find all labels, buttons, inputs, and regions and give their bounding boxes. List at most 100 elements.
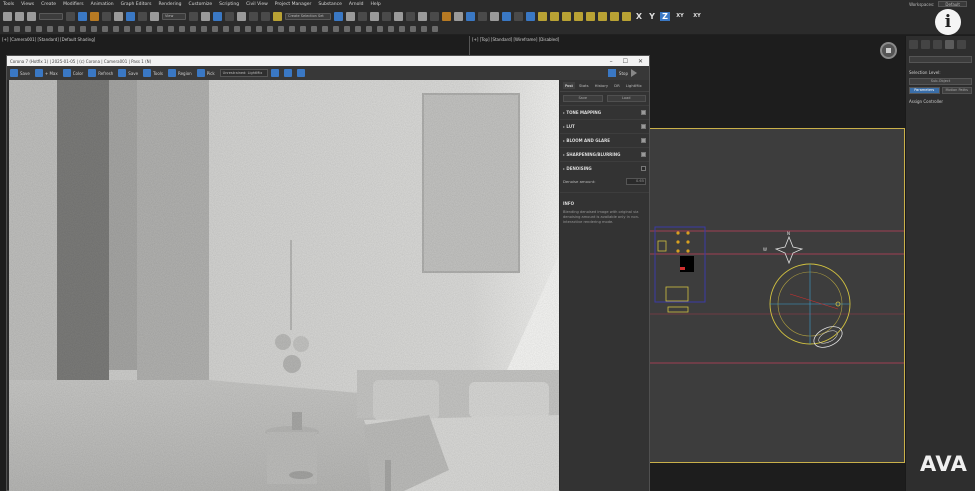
- fb-zoom-in-button[interactable]: [270, 69, 281, 78]
- axis-xy-button[interactable]: XY: [673, 13, 687, 19]
- t2-icon-33[interactable]: [355, 25, 361, 32]
- menu-item-rendering[interactable]: Rendering: [158, 2, 181, 7]
- t2-icon-25[interactable]: [267, 25, 273, 32]
- t2-icon-27[interactable]: [289, 25, 295, 32]
- render-setup-icon[interactable]: [418, 11, 427, 21]
- tab-post[interactable]: Post: [563, 82, 575, 89]
- create-tab-icon[interactable]: [909, 40, 918, 49]
- section-denoising[interactable]: DENOISING: [560, 161, 649, 175]
- frame-buffer-titlebar[interactable]: Corona 7 (Hotfix 1) | 2025-01-05 | (c) C…: [7, 56, 649, 66]
- constraint7-icon[interactable]: [610, 11, 619, 21]
- menu-item-graph-editors[interactable]: Graph Editors: [121, 2, 152, 7]
- axis-x-button[interactable]: X: [634, 12, 644, 21]
- axis-xy2-button[interactable]: XY: [690, 13, 704, 19]
- fb-save-button[interactable]: Save: [10, 69, 32, 78]
- fb-pick-button[interactable]: Pick: [196, 69, 217, 78]
- t2-icon-31[interactable]: [333, 25, 339, 32]
- axis-z-button[interactable]: Z: [660, 11, 670, 21]
- t2-icon-35[interactable]: [377, 25, 383, 32]
- t2-icon-19[interactable]: [201, 25, 207, 32]
- t2-icon-12[interactable]: [124, 25, 130, 32]
- align-icon[interactable]: [346, 11, 355, 21]
- corona-fb-icon[interactable]: [490, 11, 499, 21]
- corona-converter-icon[interactable]: [502, 11, 511, 21]
- named-selection-icon[interactable]: [273, 11, 282, 21]
- reference-coord-dropdown[interactable]: View: [162, 12, 186, 20]
- save-preset-button[interactable]: Save: [563, 95, 603, 102]
- render-icon[interactable]: [631, 69, 637, 77]
- constraint8-icon[interactable]: [622, 11, 631, 21]
- menu-item-tools[interactable]: Tools: [3, 2, 14, 7]
- constraint5-icon[interactable]: [586, 11, 595, 21]
- t2-icon-3[interactable]: [25, 25, 31, 32]
- t2-icon-14[interactable]: [146, 25, 152, 32]
- snaps-toggle-icon[interactable]: [225, 11, 234, 21]
- t2-icon-26[interactable]: [278, 25, 284, 32]
- mirror-icon[interactable]: [334, 11, 343, 21]
- menu-item-customize[interactable]: Customize: [188, 2, 212, 7]
- t2-icon-6[interactable]: [58, 25, 64, 32]
- menu-item-modifiers[interactable]: Modifiers: [63, 2, 84, 7]
- parameters-button[interactable]: Parameters: [909, 87, 940, 94]
- rendered-frame-icon[interactable]: [430, 11, 439, 21]
- t2-icon-2[interactable]: [14, 25, 20, 32]
- t2-icon-32[interactable]: [344, 25, 350, 32]
- t2-icon-5[interactable]: [47, 25, 53, 32]
- t2-icon-21[interactable]: [223, 25, 229, 32]
- section-checkbox[interactable]: [641, 152, 646, 157]
- menu-item-create[interactable]: Create: [41, 2, 56, 7]
- tab-history[interactable]: History: [593, 82, 611, 89]
- workspace-dropdown[interactable]: Default: [938, 1, 967, 7]
- selection-filter-dropdown[interactable]: [39, 12, 63, 20]
- schematic-view-icon[interactable]: [394, 11, 403, 21]
- t2-icon-10[interactable]: [102, 25, 108, 32]
- sub-object-button[interactable]: Sub-Object: [909, 78, 972, 85]
- tab-dr[interactable]: DR: [612, 82, 622, 89]
- t2-icon-15[interactable]: [157, 25, 163, 32]
- t2-icon-4[interactable]: [36, 25, 42, 32]
- axis-y-button[interactable]: Y: [647, 12, 657, 21]
- select-object-icon[interactable]: [66, 11, 75, 21]
- placement-icon[interactable]: [150, 11, 159, 21]
- modify-tab-icon[interactable]: [921, 40, 930, 49]
- window-crossing-icon[interactable]: [102, 11, 111, 21]
- fb-max-button[interactable]: + Max: [34, 69, 60, 78]
- section-sharpening-blurring[interactable]: SHARPENING/BLURRING: [560, 147, 649, 161]
- fb-zoom-out-button[interactable]: [283, 69, 294, 78]
- section-checkbox[interactable]: [641, 166, 646, 171]
- selected-tool-icon[interactable]: [526, 11, 535, 21]
- fb-save2-button[interactable]: Save: [118, 69, 140, 78]
- constraint6-icon[interactable]: [598, 11, 607, 21]
- move-icon[interactable]: [114, 11, 123, 21]
- menu-item-animation[interactable]: Animation: [91, 2, 114, 7]
- render-iterative-icon[interactable]: [454, 11, 463, 21]
- t2-icon-8[interactable]: [80, 25, 86, 32]
- load-preset-button[interactable]: Load: [606, 95, 646, 102]
- section-checkbox[interactable]: [641, 124, 646, 129]
- t2-icon-11[interactable]: [113, 25, 119, 32]
- select-by-name-icon[interactable]: [78, 11, 87, 21]
- t2-icon-40[interactable]: [432, 25, 438, 32]
- spinner-snap-icon[interactable]: [261, 11, 270, 21]
- menu-item-substance[interactable]: Substance: [318, 2, 342, 7]
- t2-icon-24[interactable]: [256, 25, 262, 32]
- fb-tools-button[interactable]: Tools: [143, 69, 165, 78]
- fb-zoom-fit-button[interactable]: [296, 69, 307, 78]
- select-manipulate-icon[interactable]: [201, 11, 210, 21]
- t2-icon-34[interactable]: [366, 25, 372, 32]
- t2-icon-18[interactable]: [190, 25, 196, 32]
- render-cloud-icon[interactable]: [466, 11, 475, 21]
- constraint2-icon[interactable]: [550, 11, 559, 21]
- fb-region-button[interactable]: Region: [167, 69, 194, 78]
- fb-refresh-button[interactable]: Refresh: [88, 69, 115, 78]
- t2-icon-22[interactable]: [234, 25, 240, 32]
- t2-icon-28[interactable]: [300, 25, 306, 32]
- pivot-icon[interactable]: [189, 11, 198, 21]
- tab-lightmix[interactable]: LightMix: [624, 82, 644, 89]
- link-icon[interactable]: [3, 11, 12, 21]
- info-badge-icon[interactable]: i: [935, 9, 961, 35]
- menu-item-views[interactable]: Views: [21, 2, 34, 7]
- t2-icon-9[interactable]: [91, 25, 97, 32]
- keyboard-shortcut-icon[interactable]: [213, 11, 222, 21]
- t2-icon-16[interactable]: [168, 25, 174, 32]
